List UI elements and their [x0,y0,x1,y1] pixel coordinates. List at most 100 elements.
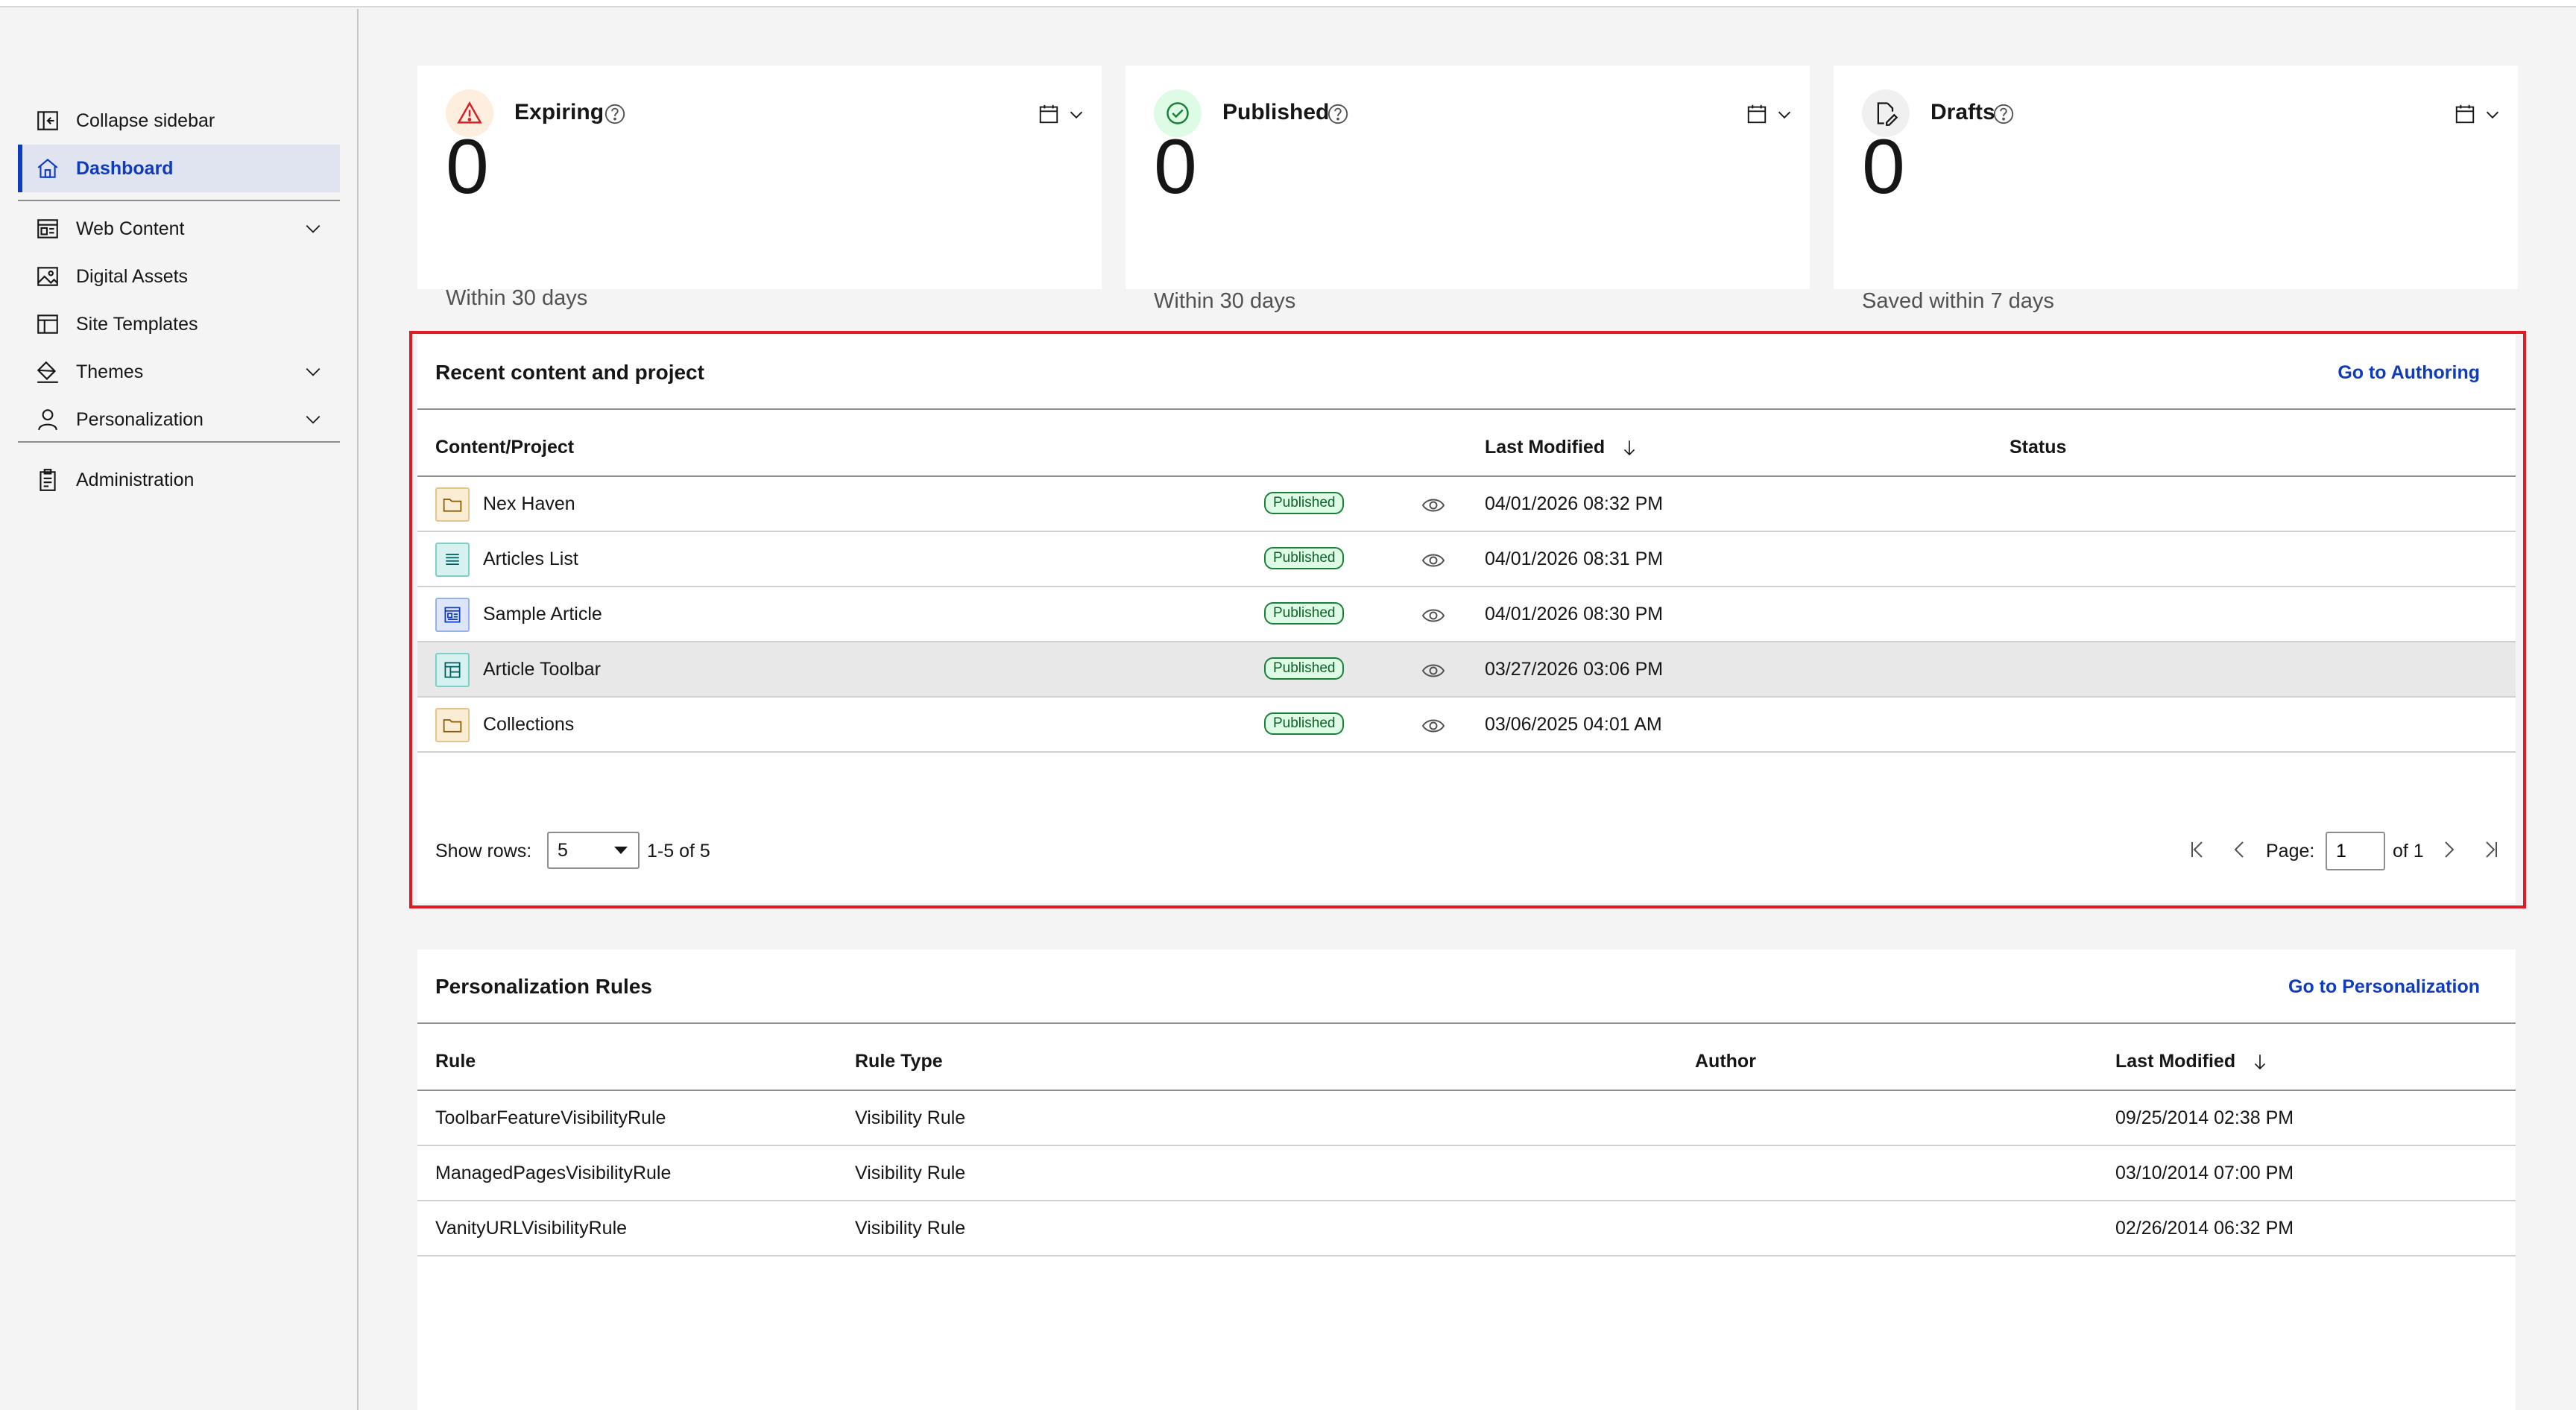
content-name[interactable]: Article Toolbar [483,659,601,680]
sidebar-item-web-content[interactable]: Web Content [18,205,340,253]
card-value: 0 [446,124,489,210]
sidebar-item-digital-assets[interactable]: Digital Assets [18,253,340,300]
column-header-rule-type[interactable]: Rule Type [855,1051,943,1072]
sidebar-item-label: Themes [76,361,144,382]
column-header-status[interactable]: Status [2010,437,2066,458]
sidebar-item-administration[interactable]: Administration [18,456,340,504]
calendar-icon[interactable] [1038,103,1060,125]
next-page-icon[interactable] [2437,838,2461,862]
chevron-down-icon[interactable] [303,409,323,430]
sidebar-divider [18,441,340,443]
table-row[interactable]: Nex Haven 04/01/2026 08:32 PM Published [417,477,2516,532]
table-row[interactable]: ManagedPagesVisibilityRule Visibility Ru… [417,1146,2516,1201]
column-header-author[interactable]: Author [1695,1051,1756,1072]
table-header: Rule Rule Type Author Last Modified [417,1024,2516,1091]
table-row[interactable]: Articles List 04/01/2026 08:31 PM Publis… [417,532,2516,587]
chevron-down-icon[interactable] [1067,106,1085,124]
go-to-authoring-link[interactable]: Go to Authoring [2337,362,2480,384]
rows-per-page-select[interactable]: 5 [547,832,640,869]
previous-page-icon[interactable] [2227,838,2251,862]
image-icon [33,262,63,291]
content-name[interactable]: Articles List [483,548,578,570]
app-window: Collapse sidebar Dashboard Web Content D… [0,0,2576,1410]
status-badge: Published [1264,602,1345,625]
card-subtitle: Within 30 days [1154,289,1296,313]
column-header-rule[interactable]: Rule [435,1051,476,1072]
sidebar-item-label: Site Templates [76,313,198,335]
chevron-down-icon[interactable] [303,361,323,382]
layout-icon [435,653,470,687]
table-header: Content/Project Last Modified Status [417,410,2516,477]
last-page-icon[interactable] [2478,838,2501,862]
panel-header: Recent content and project Go to Authori… [417,335,2516,410]
card-subtitle: Within 30 days [446,286,588,310]
page-number-input[interactable] [2326,832,2385,870]
published-card: Published 0 Within 30 days [1126,66,1810,313]
last-modified: 02/26/2014 06:32 PM [2115,1218,2294,1239]
table-row[interactable]: VanityURLVisibilityRule Visibility Rule … [417,1201,2516,1256]
sidebar-item-label: Administration [76,469,195,490]
calendar-icon[interactable] [2454,103,2476,125]
sidebar-item-label: Web Content [76,218,185,239]
last-modified: 04/01/2026 08:31 PM [1485,548,1664,569]
help-icon[interactable] [604,103,626,125]
clipboard-icon [33,465,63,495]
sidebar-item-themes[interactable]: Themes [18,348,340,396]
last-modified: 03/06/2025 04:01 AM [1485,714,1662,735]
eye-icon[interactable] [1421,604,1445,627]
chevron-down-icon[interactable] [1775,106,1793,124]
column-header-label: Last Modified [1485,437,1606,458]
eye-icon[interactable] [1421,659,1445,683]
table-row[interactable]: Collections 03/06/2025 04:01 AM Publishe… [417,698,2516,753]
rule-type: Visibility Rule [855,1218,966,1239]
rule-name: VanityURLVisibilityRule [435,1218,628,1239]
calendar-icon[interactable] [1746,103,1768,125]
panel-title: Recent content and project [435,361,704,384]
go-to-personalization-link[interactable]: Go to Personalization [2288,976,2480,998]
column-header-last-modified[interactable]: Last Modified [2115,1051,2270,1072]
column-header-content[interactable]: Content/Project [435,437,574,458]
content-name[interactable]: Sample Article [483,604,602,625]
rule-name: ToolbarFeatureVisibilityRule [435,1107,666,1128]
eye-icon[interactable] [1421,714,1445,738]
card-title: Drafts [1931,100,1995,124]
card-value: 0 [1154,124,1197,210]
status-badge: Published [1264,492,1345,514]
recent-content-panel: Recent content and project Go to Authori… [417,335,2516,903]
content-name[interactable]: Collections [483,714,574,736]
expiring-card: Expiring 0 Within 30 days [417,66,1102,310]
show-rows-label: Show rows: [435,841,532,862]
folder-icon [435,708,470,742]
content-name[interactable]: Nex Haven [483,493,575,515]
table-row[interactable]: ToolbarFeatureVisibilityRule Visibility … [417,1091,2516,1146]
help-icon[interactable] [1327,103,1349,125]
first-page-icon[interactable] [2187,838,2211,862]
rule-type: Visibility Rule [855,1163,966,1183]
pagination-bar: Show rows: 5 1-5 of 5 Page: of 1 [417,826,2516,870]
sidebar-item-dashboard[interactable]: Dashboard [18,145,340,192]
column-header-last-modified[interactable]: Last Modified [1485,437,1639,458]
sidebar-item-site-templates[interactable]: Site Templates [18,300,340,348]
collapse-sidebar-button[interactable]: Collapse sidebar [18,97,340,145]
card-title: Expiring [514,100,604,124]
eye-icon[interactable] [1421,493,1445,517]
chevron-down-icon[interactable] [303,218,323,239]
collapse-icon [33,106,63,136]
sidebar-item-personalization[interactable]: Personalization [18,396,340,443]
chevron-down-icon[interactable] [2484,106,2501,124]
sidebar-item-label: Dashboard [76,157,174,179]
template-icon [33,309,63,339]
sidebar: Collapse sidebar Dashboard Web Content D… [0,9,359,1410]
table-row[interactable]: Sample Article 04/01/2026 08:30 PM Publi… [417,587,2516,642]
paint-bucket-icon [33,357,63,387]
sort-descending-icon[interactable] [2250,1052,2270,1072]
table-row[interactable]: Article Toolbar 03/27/2026 03:06 PM Publ… [417,642,2516,698]
panel-header: Personalization Rules Go to Personalizat… [417,949,2516,1024]
sort-descending-icon[interactable] [1620,438,1639,458]
card-subtitle: Saved within 7 days [1862,289,2054,313]
eye-icon[interactable] [1421,548,1445,572]
page-label: Page: [2266,841,2315,862]
help-icon[interactable] [1992,103,2015,125]
last-modified: 03/10/2014 07:00 PM [2115,1163,2294,1183]
folder-icon [435,487,470,522]
